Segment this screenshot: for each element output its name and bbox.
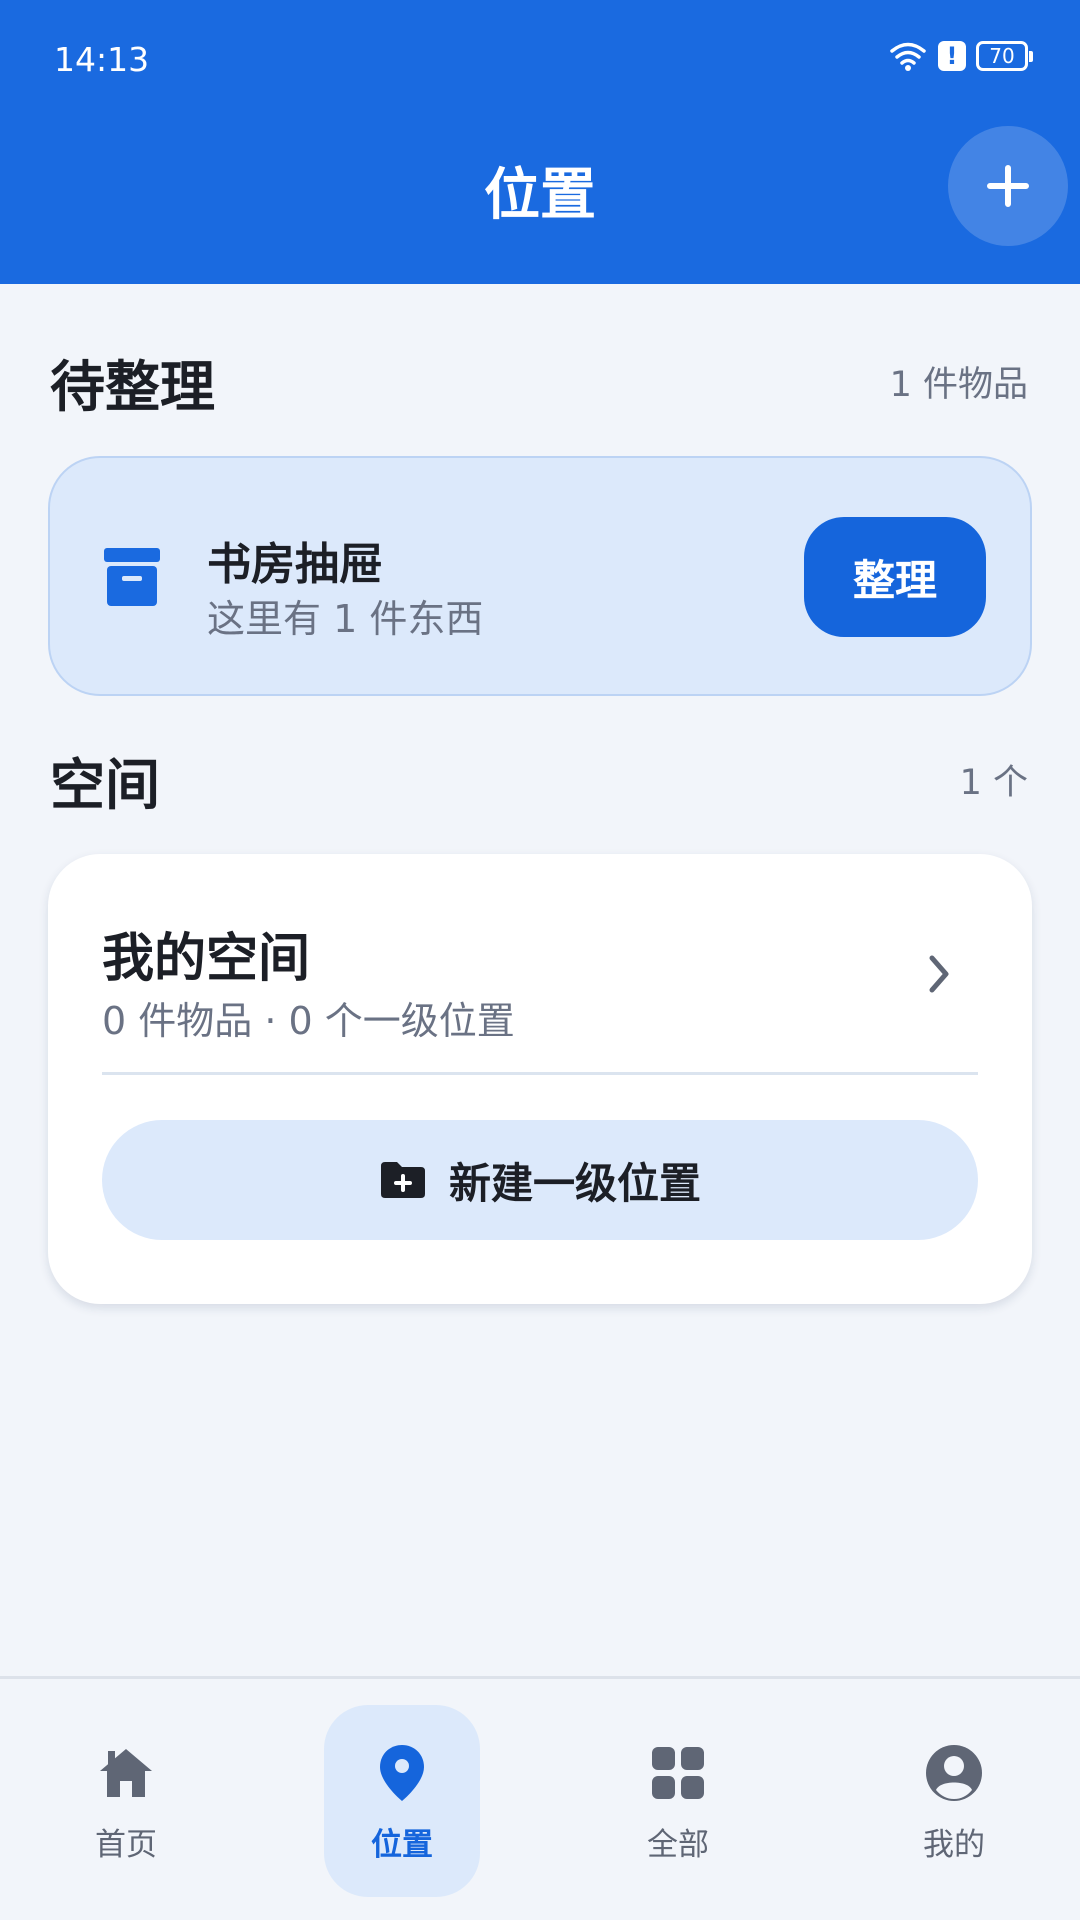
nav-label-all: 全部 — [647, 1827, 709, 1863]
new-location-button[interactable]: 新建一级位置 — [102, 1120, 978, 1240]
plus-icon — [987, 165, 1029, 207]
add-button[interactable] — [948, 126, 1068, 246]
page-title: 位置 — [484, 163, 596, 228]
nav-item-location[interactable]: 位置 — [324, 1705, 480, 1897]
wifi-icon — [890, 42, 926, 71]
chevron-right-icon[interactable] — [924, 952, 954, 996]
organize-button[interactable]: 整理 — [804, 517, 986, 637]
home-icon — [100, 1749, 152, 1797]
nav-item-profile[interactable]: 我的 — [876, 1705, 1032, 1897]
nav-item-home[interactable]: 首页 — [48, 1705, 204, 1897]
location-pin-icon — [380, 1745, 424, 1801]
nav-label-home: 首页 — [95, 1827, 157, 1863]
archive-box-icon — [104, 548, 160, 606]
divider — [102, 1072, 978, 1075]
alert-icon: ! — [938, 41, 966, 71]
space-card[interactable]: 我的空间 0 件物品 · 0 个一级位置 新建一级位置 — [48, 854, 1032, 1304]
pending-card[interactable]: 书房抽屉 这里有 1 件东西 整理 — [48, 456, 1032, 696]
grid-icon — [652, 1747, 704, 1799]
status-icons: ! 70 — [888, 40, 1033, 72]
pending-location-description: 这里有 1 件东西 — [207, 597, 484, 641]
nav-label-profile: 我的 — [923, 1827, 985, 1863]
status-time: 14:13 — [54, 40, 150, 79]
nav-item-all[interactable]: 全部 — [600, 1705, 756, 1897]
battery-icon: 70 — [976, 41, 1033, 71]
space-meta: 0 件物品 · 0 个一级位置 — [102, 999, 515, 1043]
pending-count: 1 件物品 — [889, 365, 1028, 405]
folder-plus-icon — [380, 1162, 425, 1198]
account-icon — [926, 1745, 982, 1801]
pending-section-title: 待整理 — [50, 355, 216, 419]
pending-location-name: 书房抽屉 — [207, 539, 383, 590]
new-location-label: 新建一级位置 — [448, 1158, 701, 1208]
spaces-section-title: 空间 — [50, 753, 161, 817]
bottom-nav: 首页 位置 全部 我的 — [0, 1676, 1080, 1920]
app-header: 14:13 ! 70 位置 — [0, 0, 1080, 284]
space-name: 我的空间 — [102, 929, 311, 989]
spaces-count: 1 个 — [959, 763, 1028, 803]
nav-label-location: 位置 — [371, 1827, 433, 1863]
